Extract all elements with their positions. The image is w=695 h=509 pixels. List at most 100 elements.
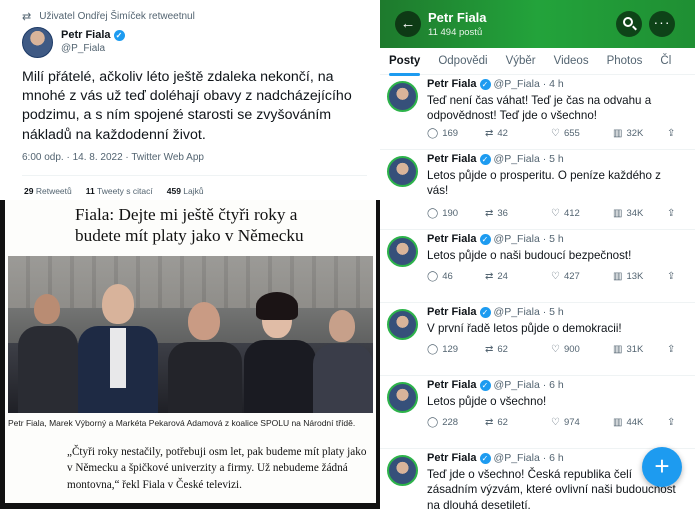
reply-button[interactable]: ◯ 129 [427, 344, 485, 355]
heart-icon: ♡ [551, 417, 560, 428]
post-text: Teď není čas váhat! Teď je čas na odvahu… [427, 94, 652, 123]
reply-button[interactable]: ◯ 190 [427, 208, 485, 219]
post[interactable]: Petr Fiala ✓ @P_Fiala · 4 h Teď není čas… [380, 75, 695, 150]
tab-vyber[interactable]: Výběr [497, 55, 545, 67]
repost-count: 62 [497, 417, 508, 428]
post-author[interactable]: Petr Fiala [427, 153, 477, 165]
post-count: 11 494 postů [428, 27, 483, 38]
author-handle[interactable]: @P_Fiala [61, 43, 105, 54]
repost-button[interactable]: ⇄ 62 [485, 344, 551, 355]
share-button[interactable]: ⇪ [667, 271, 675, 282]
retweet-note-text: Uživatel Ondřej Šimíček retweetnul [39, 11, 195, 22]
likes-stat[interactable]: 459 Lajků [167, 186, 204, 196]
photo-person [244, 292, 316, 413]
post-text: Letos půjde o naši budoucí bezpečnost! [427, 249, 632, 262]
post-actions: ◯ 129 ⇄ 62 ♡ 900 ▥ 31K ⇪ [427, 344, 687, 355]
post-handle-time: @P_Fiala · 4 h [493, 78, 564, 90]
view-count: 34K [626, 208, 644, 219]
tweet-timestamp[interactable]: 6:00 odp. · 14. 8. 2022 · Twitter Web Ap… [22, 152, 204, 163]
views-button[interactable]: ▥ 44K [613, 417, 667, 428]
tab-clanky[interactable]: Čl [651, 55, 680, 67]
post-avatar[interactable] [387, 81, 418, 112]
post-author[interactable]: Petr Fiala [427, 233, 477, 245]
reply-icon: ◯ [427, 128, 439, 139]
views-button[interactable]: ▥ 13K [613, 271, 667, 282]
retweets-stat[interactable]: 29 Retweetů [24, 186, 72, 196]
retweets-count: 29 [24, 186, 34, 196]
share-button[interactable]: ⇪ [667, 344, 675, 355]
verified-badge-icon: ✓ [479, 379, 491, 391]
post-author[interactable]: Petr Fiala [427, 379, 477, 391]
reply-button[interactable]: ◯ 169 [427, 128, 485, 139]
share-button[interactable]: ⇪ [667, 417, 675, 428]
reply-button[interactable]: ◯ 46 [427, 271, 485, 282]
repost-count: 24 [497, 271, 508, 282]
tab-posty[interactable]: Posty [380, 55, 429, 76]
views-icon: ▥ [613, 271, 623, 282]
search-icon[interactable] [616, 11, 642, 37]
post-header: Petr Fiala ✓ @P_Fiala · 5 h [427, 153, 564, 165]
reply-icon: ◯ [427, 208, 439, 219]
post-avatar[interactable] [387, 236, 418, 267]
view-count: 13K [626, 271, 644, 282]
post-text: Letos půjde o všechno! [427, 395, 547, 408]
post-text: V první řadě letos půjde o demokracii! [427, 322, 622, 335]
views-button[interactable]: ▥ 31K [613, 344, 667, 355]
plus-icon: + [654, 451, 670, 481]
profile-tabs: Posty Odpovědi Výběr Videos Photos Čl [380, 48, 695, 76]
retweets-label: Retweetů [35, 186, 72, 196]
post-avatar[interactable] [387, 382, 418, 413]
share-icon: ⇪ [667, 417, 676, 428]
compose-button[interactable]: + [642, 447, 682, 487]
like-button[interactable]: ♡ 655 [551, 128, 613, 139]
tweet-card[interactable]: ⇄ Uživatel Ondřej Šimíček retweetnul Pet… [0, 0, 377, 200]
back-arrow-icon[interactable]: ← [395, 11, 421, 37]
divider [22, 175, 367, 176]
post-handle-time: @P_Fiala · 6 h [493, 379, 564, 391]
post[interactable]: Petr Fiala ✓ @P_Fiala · 5 h Letos půjde … [380, 150, 695, 230]
post-author[interactable]: Petr Fiala [427, 452, 477, 464]
tab-videos[interactable]: Videos [545, 55, 598, 67]
post-header: Petr Fiala ✓ @P_Fiala · 6 h [427, 452, 564, 464]
more-icon[interactable]: ··· [649, 11, 675, 37]
repost-button[interactable]: ⇄ 62 [485, 417, 551, 428]
post-avatar[interactable] [387, 309, 418, 340]
share-button[interactable]: ⇪ [667, 128, 675, 139]
tab-photos[interactable]: Photos [598, 55, 652, 67]
post-author[interactable]: Petr Fiala [427, 78, 477, 90]
repost-button[interactable]: ⇄ 36 [485, 208, 551, 219]
post-author[interactable]: Petr Fiala [427, 306, 477, 318]
post-header: Petr Fiala ✓ @P_Fiala · 5 h [427, 233, 564, 245]
repost-count: 36 [497, 208, 508, 219]
reply-count: 129 [442, 344, 459, 355]
repost-icon: ⇄ [485, 271, 494, 282]
like-button[interactable]: ♡ 412 [551, 208, 613, 219]
views-button[interactable]: ▥ 32K [613, 128, 667, 139]
quotes-stat[interactable]: 11 Tweety s citací [86, 186, 153, 196]
post[interactable]: Petr Fiala ✓ @P_Fiala · 5 h V první řadě… [380, 303, 695, 376]
like-button[interactable]: ♡ 900 [551, 344, 613, 355]
share-button[interactable]: ⇪ [667, 208, 675, 219]
like-count: 427 [563, 271, 580, 282]
news-headline: Fiala: Dejte mi ještě čtyři roky a budet… [75, 205, 304, 245]
repost-button[interactable]: ⇄ 42 [485, 128, 551, 139]
tab-odpovedi[interactable]: Odpovědi [429, 55, 496, 67]
repost-icon: ⇄ [485, 344, 494, 355]
post-actions: ◯ 46 ⇄ 24 ♡ 427 ▥ 13K ⇪ [427, 271, 687, 282]
news-quote: „Čtyři roky nestačily, potřebuji osm let… [67, 446, 367, 491]
profile-header: ← Petr Fiala 11 494 postů ··· [380, 0, 695, 48]
reply-count: 169 [442, 128, 459, 139]
verified-badge-icon: ✓ [479, 153, 491, 165]
post-avatar[interactable] [387, 455, 418, 486]
reply-button[interactable]: ◯ 228 [427, 417, 485, 428]
avatar[interactable] [22, 27, 53, 58]
post[interactable]: Petr Fiala ✓ @P_Fiala · 5 h Letos půjde … [380, 230, 695, 303]
reply-icon: ◯ [427, 271, 439, 282]
views-button[interactable]: ▥ 34K [613, 208, 667, 219]
like-button[interactable]: ♡ 427 [551, 271, 613, 282]
like-button[interactable]: ♡ 974 [551, 417, 613, 428]
post[interactable]: Petr Fiala ✓ @P_Fiala · 6 h Letos půjde … [380, 376, 695, 449]
repost-button[interactable]: ⇄ 24 [485, 271, 551, 282]
post-avatar[interactable] [387, 156, 418, 187]
author-name[interactable]: Petr Fiala ✓ [61, 29, 125, 41]
